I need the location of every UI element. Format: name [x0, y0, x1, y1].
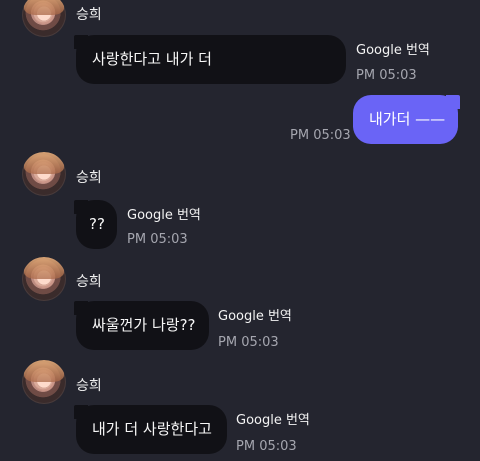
message-timestamp: PM 05:03	[127, 232, 188, 247]
google-translate-link[interactable]: Google 번역	[236, 409, 310, 428]
message-timestamp: PM 05:03	[236, 439, 297, 454]
message-timestamp: PM 05:03	[218, 335, 279, 350]
google-translate-link[interactable]: Google 번역	[356, 39, 430, 58]
message-bubble[interactable]: 싸울껀가 나랑??	[74, 301, 209, 350]
contact-avatar[interactable]	[22, 257, 66, 301]
sender-name: 승희	[76, 170, 102, 186]
message-timestamp: PM 05:03	[356, 68, 417, 83]
message-bubble[interactable]: 내가 더 사랑한다고	[74, 405, 227, 454]
sender-name: 승희	[76, 378, 102, 394]
chat-thread: 승희 사랑한다고 내가 더 Google 번역 PM 05:03 PM 05:0…	[0, 0, 480, 461]
contact-avatar[interactable]	[22, 360, 66, 404]
message-timestamp: PM 05:03	[290, 128, 351, 143]
message-bubble[interactable]: ??	[74, 200, 117, 249]
google-translate-link[interactable]: Google 번역	[127, 204, 201, 223]
sender-name: 승희	[76, 7, 102, 23]
message-bubble[interactable]: 내가더 ——	[353, 95, 460, 144]
message-bubble[interactable]: 사랑한다고 내가 더	[74, 35, 346, 84]
contact-avatar[interactable]	[22, 0, 66, 37]
google-translate-link[interactable]: Google 번역	[218, 305, 292, 324]
contact-avatar[interactable]	[22, 152, 66, 196]
sender-name: 승희	[76, 274, 102, 290]
